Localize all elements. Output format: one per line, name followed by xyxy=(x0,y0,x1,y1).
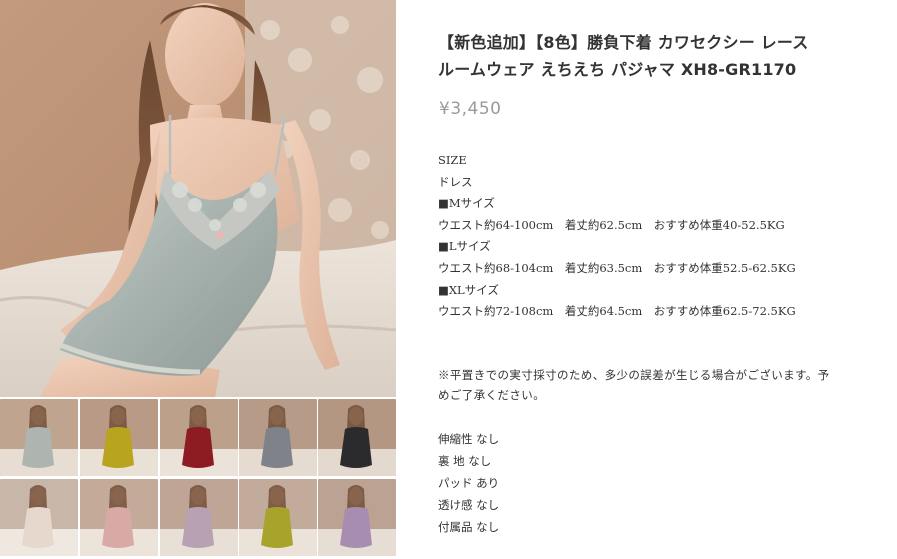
product-title: 【新色追加】【8色】勝負下着 カワセクシー レース ルームウェア えちえち パジ… xyxy=(438,29,883,83)
size-m-detail: ウエスト約64-100cm 着丈約62.5cm おすすめ体重40-52.5KG xyxy=(438,217,785,232)
main-product-image[interactable] xyxy=(0,0,396,397)
product-title-line2: ルームウェア えちえち パジャマ XH8-GR1170 xyxy=(438,60,797,79)
thumbnail-10[interactable] xyxy=(318,479,396,556)
thumbnail-illustration xyxy=(80,399,158,476)
size-heading: SIZE xyxy=(438,153,467,167)
thumbnail-4[interactable] xyxy=(239,399,317,476)
size-xl-detail: ウエスト約72-108cm 着丈約64.5cm おすすめ体重62.5‐72.5K… xyxy=(438,304,796,319)
size-category: ドレス xyxy=(438,174,473,189)
size-xl-heading: ■XLサイズ xyxy=(438,282,499,297)
measurement-note: ※平置きでの実寸採寸のため、多少の誤差が生じる場合がございます。予 めご了承くだ… xyxy=(438,365,878,405)
thumbnail-3[interactable] xyxy=(160,399,238,476)
thumbnail-9[interactable] xyxy=(239,479,317,556)
measurement-note-line1: ※平置きでの実寸採寸のため、多少の誤差が生じる場合がございます。予 xyxy=(438,368,830,382)
thumbnail-7[interactable] xyxy=(80,479,158,556)
measurement-note-line2: めご了承ください。 xyxy=(438,388,546,402)
size-description: SIZE ドレス ■Mサイズ ウエスト約64-100cm 着丈約62.5cm お… xyxy=(438,150,883,323)
property-padding: パッド あり xyxy=(438,476,500,490)
thumbnail-illustration xyxy=(160,479,238,556)
product-price: ¥3,450 xyxy=(439,99,502,119)
thumbnail-illustration xyxy=(239,399,317,476)
size-l-heading: ■Lサイズ xyxy=(438,239,491,254)
thumbnail-illustration xyxy=(318,399,396,476)
property-lining: 裏 地 なし xyxy=(438,454,492,468)
thumbnail-6[interactable] xyxy=(0,479,78,556)
thumbnail-5[interactable] xyxy=(318,399,396,476)
property-stretch: 伸縮性 なし xyxy=(438,432,500,446)
thumbnail-illustration xyxy=(0,399,78,476)
thumbnail-illustration xyxy=(318,479,396,556)
product-gallery xyxy=(0,0,397,559)
size-l-detail: ウエスト約68-104cm 着丈約63.5cm おすすめ体重52.5-62.5K… xyxy=(438,260,796,275)
thumbnail-2[interactable] xyxy=(80,399,158,476)
main-product-illustration xyxy=(0,0,396,397)
product-title-line1: 【新色追加】【8色】勝負下着 カワセクシー レース xyxy=(438,33,809,52)
thumbnail-illustration xyxy=(160,399,238,476)
fabric-properties: 伸縮性 なし 裏 地 なし パッド あり 透け感 なし 付属品 なし xyxy=(438,428,738,538)
thumbnail-1[interactable] xyxy=(0,399,78,476)
thumbnail-illustration xyxy=(0,479,78,556)
property-sheer: 透け感 なし xyxy=(438,498,500,512)
thumbnail-illustration xyxy=(80,479,158,556)
thumbnail-8[interactable] xyxy=(160,479,238,556)
thumbnail-illustration xyxy=(239,479,317,556)
property-accessories: 付属品 なし xyxy=(438,520,500,534)
size-m-heading: ■Mサイズ xyxy=(438,196,495,211)
